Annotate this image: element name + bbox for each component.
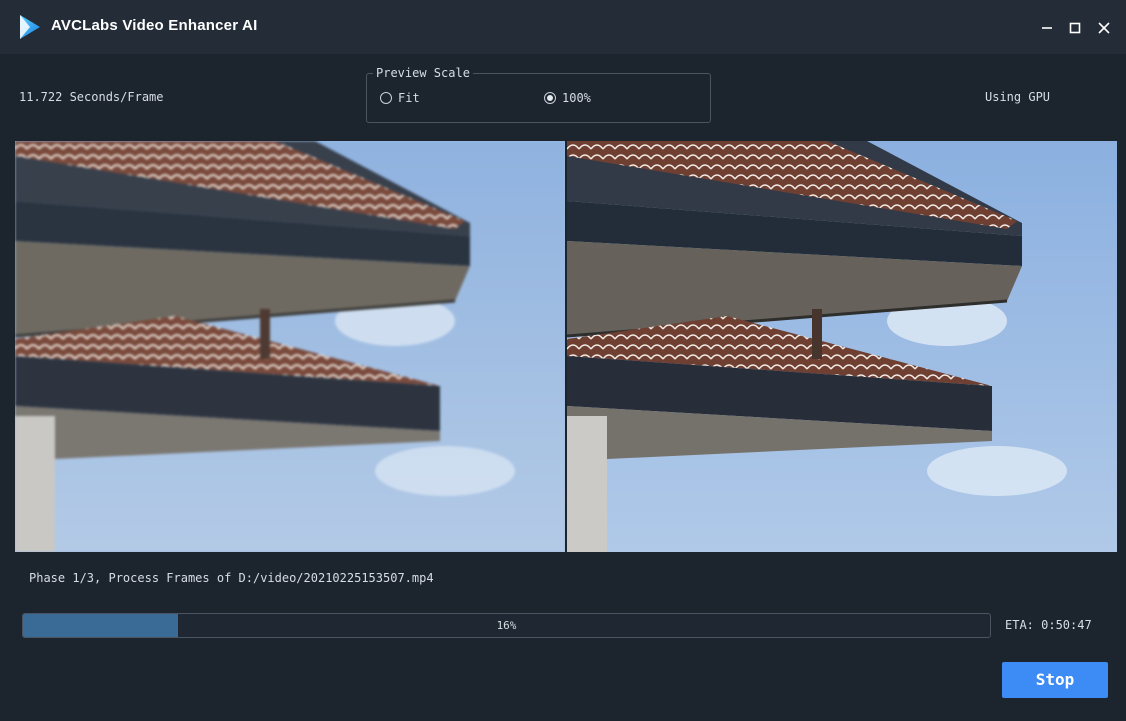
device-status-label: Using GPU xyxy=(985,90,1051,104)
seconds-per-frame-label: 11.722 Seconds/Frame xyxy=(19,90,164,104)
close-icon[interactable] xyxy=(1093,17,1115,39)
fit-radio-label: Fit xyxy=(398,91,420,105)
enhanced-preview-image xyxy=(567,141,1117,552)
progress-bar: 16% xyxy=(22,613,991,638)
eta-label: ETA: 0:50:47 xyxy=(1005,618,1092,632)
maximize-icon[interactable] xyxy=(1064,17,1086,39)
window-title: AVCLabs Video Enhancer AI xyxy=(51,17,258,34)
original-preview-image xyxy=(15,141,565,552)
title-bar: AVCLabs Video Enhancer AI xyxy=(0,0,1126,54)
100-percent-radio-label: 100% xyxy=(562,91,591,105)
progress-percent-label: 16% xyxy=(496,619,517,632)
minimize-icon[interactable] xyxy=(1036,17,1058,39)
avclabs-play-logo-icon xyxy=(14,12,44,42)
100-percent-radio-button[interactable] xyxy=(544,92,556,104)
phase-status-label: Phase 1/3, Process Frames of D:/video/20… xyxy=(29,571,434,585)
fit-radio-option[interactable]: Fit xyxy=(380,91,420,105)
preview-scale-legend: Preview Scale xyxy=(373,66,473,80)
100-percent-radio-option[interactable]: 100% xyxy=(544,91,591,105)
fit-radio-button[interactable] xyxy=(380,92,392,104)
preview-scale-group: Preview Scale Fit 100% xyxy=(366,66,711,123)
stop-button[interactable]: Stop xyxy=(1002,662,1108,698)
